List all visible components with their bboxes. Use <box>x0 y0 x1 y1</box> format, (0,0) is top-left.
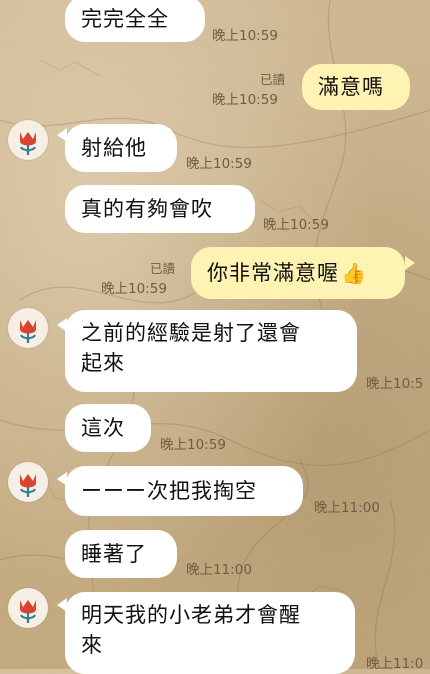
message-text: 這次 <box>81 416 125 440</box>
contact-avatar[interactable] <box>8 588 48 628</box>
red-tulip-icon <box>20 600 36 623</box>
message-timestamp: 晚上10:59 <box>186 156 252 172</box>
red-tulip-icon <box>20 474 36 497</box>
message-timestamp: 晚上11:0 <box>366 656 424 672</box>
incoming-message-bubble[interactable]: 明天我的小老弟才會醒 來 <box>65 592 355 674</box>
message-text: 射給他 <box>81 136 147 160</box>
incoming-message-bubble[interactable]: 這次 <box>65 404 151 452</box>
red-tulip-icon <box>20 320 36 343</box>
incoming-message-bubble[interactable]: 射給他 <box>65 124 177 172</box>
outgoing-message-bubble[interactable]: 滿意嗎 <box>302 64 410 110</box>
message-timestamp: 晚上11:00 <box>186 562 252 578</box>
contact-avatar[interactable] <box>8 462 48 502</box>
message-timestamp: 晚上10:59 <box>263 217 329 233</box>
read-receipt: 已讀 <box>150 261 176 276</box>
message-text: 你非常滿意喔 <box>207 261 339 285</box>
contact-avatar[interactable] <box>8 308 48 348</box>
message-text-line: 起來 <box>81 351 125 375</box>
incoming-message-bubble[interactable]: 之前的經驗是射了還會 起來 <box>65 310 357 392</box>
message-timestamp: 晚上10:59 <box>212 92 278 108</box>
message-text: 完完全全 <box>81 7 169 31</box>
message-text: 真的有夠會吹 <box>81 197 213 221</box>
message-timestamp: 晚上11:00 <box>314 500 380 516</box>
incoming-message-bubble[interactable]: ーーー次把我掏空 <box>65 466 303 516</box>
message-timestamp: 晚上10:59 <box>160 437 226 453</box>
message-timestamp: 晚上10:59 <box>212 28 278 44</box>
incoming-message-bubble[interactable]: 真的有夠會吹 <box>65 185 255 233</box>
message-timestamp: 晚上10:59 <box>101 281 167 297</box>
thumbs-up-icon: 👍 <box>341 261 367 285</box>
message-text: 滿意嗎 <box>318 75 384 99</box>
read-receipt: 已讀 <box>260 72 286 87</box>
message-text: 睡著了 <box>81 542 147 566</box>
bubble-tail <box>405 256 415 270</box>
message-timestamp: 晚上10:5 <box>366 376 424 392</box>
outgoing-message-bubble[interactable]: 你非常滿意喔 👍 <box>191 247 405 299</box>
incoming-message-bubble[interactable]: 睡著了 <box>65 530 177 578</box>
message-text: ーーー次把我掏空 <box>81 479 257 503</box>
message-text-line: 來 <box>81 633 103 657</box>
message-text-line: 之前的經驗是射了還會 <box>81 321 301 345</box>
red-tulip-icon <box>20 132 36 155</box>
contact-avatar[interactable] <box>8 120 48 160</box>
message-text-line: 明天我的小老弟才會醒 <box>81 603 301 627</box>
incoming-message-bubble[interactable]: 完完全全 <box>65 0 205 42</box>
